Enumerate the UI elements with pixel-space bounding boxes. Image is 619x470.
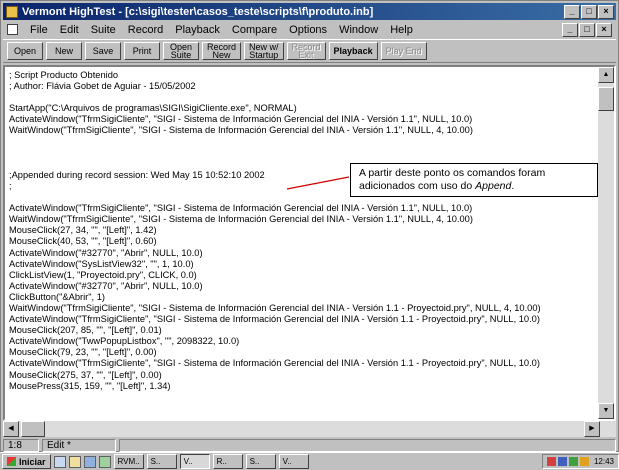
title-bar[interactable]: Vermont HighTest - [c:\sigi\tester\casos… <box>3 3 616 20</box>
app-icon <box>6 5 18 18</box>
start-label: Iniciar <box>19 456 46 467</box>
vertical-scroll-thumb[interactable] <box>598 87 614 111</box>
script-line[interactable]: ActivateWindow("SysListView32", "", 1, 1… <box>9 259 597 270</box>
task-button-4[interactable]: R.. <box>212 454 243 469</box>
menu-window[interactable]: Window <box>333 24 384 36</box>
record-exit-button[interactable]: Record Exit <box>286 42 326 60</box>
menu-playback[interactable]: Playback <box>169 24 226 36</box>
child-restore-button[interactable]: □ <box>579 23 595 37</box>
new-with-startup-button[interactable]: New w/ Startup <box>244 42 284 60</box>
playback-button[interactable]: Playback <box>328 42 378 60</box>
script-line[interactable]: ActivateWindow("#32770", "Abrir", NULL, … <box>9 248 597 259</box>
menu-compare[interactable]: Compare <box>226 24 283 36</box>
save-button[interactable]: Save <box>85 42 121 60</box>
menu-suite[interactable]: Suite <box>85 24 122 36</box>
play-end-button[interactable]: Play End <box>380 42 427 60</box>
scroll-down-arrow-icon[interactable]: ▼ <box>598 403 614 419</box>
tray-icon-4[interactable] <box>579 457 589 466</box>
script-line[interactable]: ClickListView(1, "Proyectoid.pry", CLICK… <box>9 270 597 281</box>
script-line[interactable]: ActivateWindow("#32770", "Abrir", NULL, … <box>9 281 597 292</box>
menu-edit[interactable]: Edit <box>54 24 85 36</box>
application-window: Vermont HighTest - [c:\sigi\tester\casos… <box>0 0 619 452</box>
child-close-button[interactable]: × <box>596 23 612 37</box>
menu-record[interactable]: Record <box>122 24 169 36</box>
tray-icon-1[interactable] <box>546 457 556 466</box>
tray-icon-2[interactable] <box>557 457 567 466</box>
menu-bar: File Edit Suite Record Playback Compare … <box>3 21 616 38</box>
vertical-scrollbar[interactable]: ▲ ▼ <box>598 67 614 419</box>
script-line[interactable]: WaitWindow("TfrmSigiCliente", "SIGI - Si… <box>9 214 597 225</box>
quicklaunch-explorer-icon[interactable] <box>53 455 66 468</box>
task-button-6[interactable]: V.. <box>278 454 309 469</box>
child-minimize-button[interactable]: _ <box>562 23 578 37</box>
task-button-3[interactable]: V.. <box>179 454 210 469</box>
open-button[interactable]: Open <box>7 42 43 60</box>
record-new-button[interactable]: Record New <box>202 42 242 60</box>
script-line[interactable]: MouseClick(27, 34, "", "[Left]", 1.42) <box>9 225 597 236</box>
document-icon[interactable] <box>7 24 18 35</box>
menu-file[interactable]: File <box>24 24 54 36</box>
windows-logo-icon <box>7 457 16 466</box>
scroll-left-arrow-icon[interactable]: ◀ <box>3 421 19 437</box>
open-suite-button[interactable]: Open Suite <box>163 42 199 60</box>
task-button-5[interactable]: S.. <box>245 454 276 469</box>
quicklaunch-app-icon[interactable] <box>98 455 111 468</box>
task-button-1[interactable]: RVM.. <box>113 454 144 469</box>
print-button[interactable]: Print <box>124 42 160 60</box>
clock: 12:43 <box>593 457 614 466</box>
toolbar: Open New Save Print Open Suite Record Ne… <box>3 39 616 63</box>
scroll-right-arrow-icon[interactable]: ▶ <box>584 421 600 437</box>
menu-help[interactable]: Help <box>384 24 419 36</box>
horizontal-scroll-thumb[interactable] <box>21 421 45 437</box>
script-line[interactable]: ClickButton("&Abrir", 1) <box>9 292 597 303</box>
maximize-button[interactable]: □ <box>581 5 597 19</box>
callout-line-1: A partir deste ponto os comandos foram <box>359 167 546 179</box>
quicklaunch-folder-icon[interactable] <box>68 455 81 468</box>
task-button-2[interactable]: S.. <box>146 454 177 469</box>
horizontal-scrollbar[interactable]: ◀ ▶ <box>3 421 616 437</box>
status-bar: 1:8 Edit * <box>3 439 616 452</box>
system-tray: 12:43 <box>541 454 619 469</box>
quicklaunch-browser-icon[interactable] <box>83 455 96 468</box>
append-annotation-callout: A partir deste ponto os comandos foram a… <box>350 163 598 197</box>
script-editor[interactable]: ; Script Producto Obtenido; Author: Fláv… <box>3 65 616 421</box>
tray-icon-3[interactable] <box>568 457 578 466</box>
edit-mode: Edit * <box>42 439 116 452</box>
script-line[interactable]: WaitWindow("TfrmSigiCliente", "SIGI - Si… <box>9 303 597 314</box>
script-line[interactable]: MousePress(315, 159, "", "[Left]", 1.34) <box>9 381 597 392</box>
status-message <box>119 439 616 452</box>
start-button[interactable]: Iniciar <box>2 454 51 469</box>
script-line[interactable]: ActivateWindow("TfrmSigiCliente", "SIGI … <box>9 358 597 369</box>
callout-line-2: adicionados com uso do Append. <box>359 180 515 192</box>
script-line[interactable]: ActivateWindow("TwwPopupListbox", "", 20… <box>9 336 597 347</box>
script-line[interactable]: MouseClick(79, 23, "", "[Left]", 0.00) <box>9 347 597 358</box>
close-button[interactable]: × <box>598 5 614 19</box>
script-line[interactable]: MouseClick(40, 53, "", "[Left]", 0.60) <box>9 236 597 247</box>
cursor-position: 1:8 <box>3 439 39 452</box>
taskbar: Iniciar RVM.. S.. V.. R.. S.. V.. 12:43 <box>0 452 619 470</box>
callout-pointer <box>286 176 350 190</box>
scroll-up-arrow-icon[interactable]: ▲ <box>598 67 614 83</box>
script-line[interactable]: MouseClick(207, 85, "", "[Left]", 0.01) <box>9 325 597 336</box>
menu-options[interactable]: Options <box>283 24 333 36</box>
window-title: Vermont HighTest - [c:\sigi\tester\casos… <box>22 5 374 18</box>
script-line[interactable]: ActivateWindow("TfrmSigiCliente", "SIGI … <box>9 314 597 325</box>
new-button[interactable]: New <box>46 42 82 60</box>
minimize-button[interactable]: _ <box>564 5 580 19</box>
script-line[interactable]: MouseClick(275, 37, "", "[Left]", 0.00) <box>9 370 597 381</box>
